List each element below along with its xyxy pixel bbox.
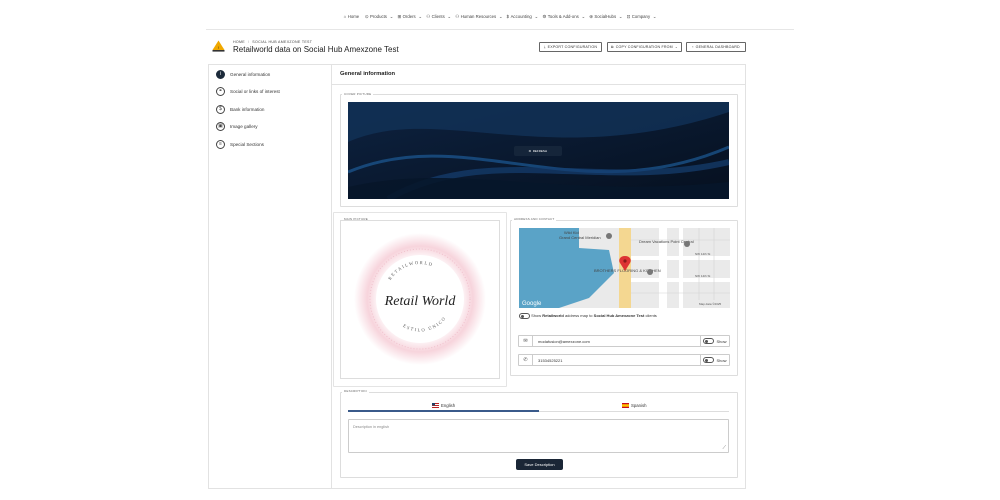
sidebar-item-image-gallery[interactable]: ▣ Image gallery (216, 121, 258, 131)
breadcrumb-separator: / (247, 40, 250, 44)
location-map[interactable]: Wild Kid Grand Central Meridian Dream Va… (519, 228, 730, 308)
nav-home[interactable]: ⌂ Home (344, 14, 361, 19)
chevron-left-icon: ‹ (692, 45, 694, 49)
sidebar-item-label: General information (230, 71, 271, 77)
svg-text:Grand Central Meridian: Grand Central Meridian (559, 235, 601, 240)
us-flag-icon (432, 403, 439, 408)
email-field: ✉ modafusion@amexzone.com Show (518, 335, 730, 347)
tab-spanish[interactable]: Spanish (622, 403, 647, 408)
list-icon: ≡ (216, 139, 225, 149)
main-picture[interactable]: RETAILWORLD Retail World ESTILO ÚNICO (340, 220, 500, 379)
sidebar-item-bank-information[interactable]: $ Bank information (216, 104, 264, 114)
email-show-toggle[interactable] (703, 338, 715, 344)
email-show-control: Show (700, 336, 729, 346)
camera-icon: ◘ (528, 149, 531, 153)
phone-show-toggle[interactable] (703, 357, 715, 363)
header-divider (206, 29, 794, 30)
description-placeholder: Description in english (353, 425, 390, 429)
copy-configuration-button[interactable]: ⧉ COPY CONFIGURATION FROM ⌄ (607, 42, 682, 52)
nav-accounting[interactable]: $ Accounting ⌄ (507, 14, 538, 19)
breadcrumb-current: SOCIAL HUB AMEXZONE TEST (252, 40, 313, 44)
description-legend: DESCRIPTION (342, 389, 369, 393)
nav-human-resources[interactable]: ⚇ Human Resources ⌄ (455, 14, 502, 19)
chevron-down-icon: ⌄ (674, 45, 679, 49)
svg-text:NW 14th St: NW 14th St (695, 274, 711, 278)
resize-handle-icon[interactable]: ⟋ (722, 445, 726, 451)
description-textarea[interactable]: Description in english ⟋ (348, 419, 729, 453)
nav-socialhubs[interactable]: ⊛ SocialHubs ⌄ (589, 14, 622, 19)
sidebar-item-label: Special Sections (230, 141, 264, 147)
phone-value[interactable]: 31534525221 (533, 358, 700, 363)
tab-english[interactable]: English (432, 403, 455, 408)
svg-text:Map data ©2025: Map data ©2025 (699, 302, 722, 306)
sidebar-item-special-sections[interactable]: ≡ Special Sections (216, 139, 264, 149)
breadcrumb-home[interactable]: HOME (233, 40, 245, 44)
svg-text:Google: Google (522, 301, 542, 307)
sidebar-item-general-information[interactable]: i General information (216, 69, 270, 79)
phone-show-control: Show (700, 355, 729, 365)
nav-products[interactable]: ⊙ Products ⌄ (365, 14, 393, 19)
nav-clients[interactable]: ⚇ Clients ⌄ (426, 14, 451, 19)
company-logo: ! (212, 40, 225, 52)
map-tiles: Wild Kid Grand Central Meridian Dream Va… (519, 228, 730, 308)
svg-text:NW 14th St: NW 14th St (695, 252, 711, 256)
cover-picture-legend: COVER PICTURE (342, 92, 374, 96)
save-description-button[interactable]: Save Description (516, 459, 563, 470)
refresh-button[interactable]: ◘ REFRESH (514, 146, 562, 156)
sidebar-item-label: Image gallery (230, 123, 258, 129)
breadcrumb: HOME / SOCIAL HUB AMEXZONE TEST (233, 40, 312, 44)
nav-company[interactable]: ⊡ Company ⌄ (627, 14, 657, 19)
sidebar: i General information ⚭ Social or links … (208, 64, 332, 489)
info-icon: i (216, 69, 225, 79)
sidebar-item-label: Bank information (230, 106, 265, 112)
link-icon: ⚭ (216, 86, 225, 96)
general-dashboard-button[interactable]: ‹ GENERAL DASHBOARD (686, 42, 746, 52)
gallery-icon: ▣ (216, 121, 225, 131)
phone-field: ✆ 31534525221 Show (518, 354, 730, 366)
es-flag-icon (622, 403, 629, 408)
sidebar-item-label: Social or links of interest (230, 88, 280, 94)
email-value[interactable]: modafusion@amexzone.com (533, 339, 700, 344)
page-title: Retailworld data on Social Hub Amexzone … (233, 45, 399, 54)
address-contact-legend: ADDRESS AND CONTACT (512, 217, 557, 221)
tab-active-indicator (348, 410, 539, 412)
retailworld-logo-image: RETAILWORLD Retail World ESTILO ÚNICO (354, 233, 486, 365)
show-map-toggle[interactable] (519, 313, 530, 319)
export-icon: ⤓ (543, 45, 546, 49)
mail-icon: ✉ (519, 336, 533, 346)
sidebar-item-social-links[interactable]: ⚭ Social or links of interest (216, 86, 280, 96)
section-header: General information (332, 64, 746, 85)
phone-icon: ✆ (519, 355, 533, 365)
nav-orders[interactable]: ⊞ Orders ⌄ (397, 14, 422, 19)
svg-text:Retail World: Retail World (384, 294, 457, 309)
export-configuration-button[interactable]: ⤓ EXPORT CONFIGURATION (539, 42, 602, 52)
svg-text:!: ! (218, 45, 219, 50)
bank-icon: $ (216, 104, 225, 114)
show-map-option: Show Retailworld address map to Social H… (519, 313, 657, 319)
section-title: General information (340, 71, 396, 77)
top-navigation: ⌂ Home ⊙ Products ⌄ ⊞ Orders ⌄ ⚇ Clients ⌄ ⚇… (0, 14, 1000, 20)
copy-icon: ⧉ (610, 45, 614, 49)
nav-tools[interactable]: ⚙ Tools & Add-ons ⌄ (542, 14, 585, 19)
